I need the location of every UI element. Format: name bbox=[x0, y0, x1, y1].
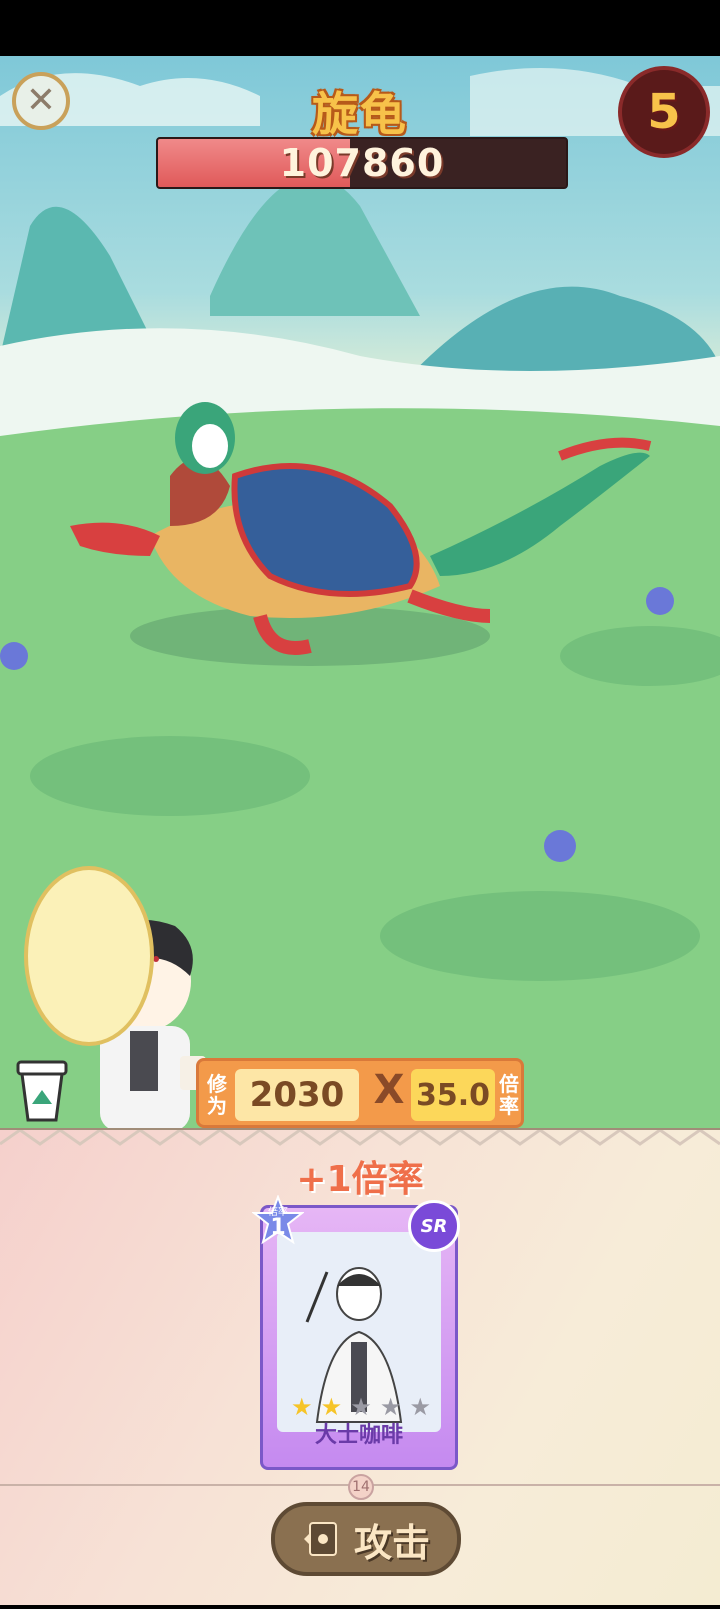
deck-count-badge: 14 bbox=[348, 1474, 374, 1500]
attack-button[interactable]: 攻击 bbox=[271, 1502, 461, 1576]
multiplier-label: 倍率 bbox=[499, 1072, 519, 1118]
boss-name: 旋龟 bbox=[312, 87, 408, 141]
card-rarity-badge: SR bbox=[408, 1200, 460, 1252]
coffee-cup-button[interactable] bbox=[14, 1058, 70, 1124]
round-value: 5 bbox=[647, 84, 681, 140]
card-rate-badge: 倍率 1 bbox=[251, 1194, 305, 1247]
character-halo bbox=[24, 866, 154, 1046]
multiply-sign: X bbox=[373, 1067, 405, 1113]
multiplier-value: 35.0 bbox=[411, 1069, 495, 1121]
round-counter: 5 bbox=[618, 66, 710, 158]
card-name: 大士咖啡 bbox=[314, 1423, 403, 1448]
cultivation-value: 2030 bbox=[235, 1069, 359, 1121]
stat-panel: 修为 2030 X 35.0 倍率 bbox=[196, 1058, 524, 1128]
bonus-multiplier-text: +1倍率 bbox=[296, 1159, 424, 1200]
status-bar bbox=[0, 0, 720, 56]
boss-hp-bar: 107860 bbox=[156, 137, 568, 189]
card-rate-value: 1 bbox=[270, 1215, 286, 1240]
coffee-cup-icon bbox=[16, 1060, 68, 1122]
card-icon bbox=[303, 1522, 337, 1556]
attack-button-label: 攻击 bbox=[353, 1520, 430, 1565]
cultivation-label: 修为 bbox=[207, 1072, 227, 1118]
boss-hp-value: 107860 bbox=[279, 141, 445, 185]
